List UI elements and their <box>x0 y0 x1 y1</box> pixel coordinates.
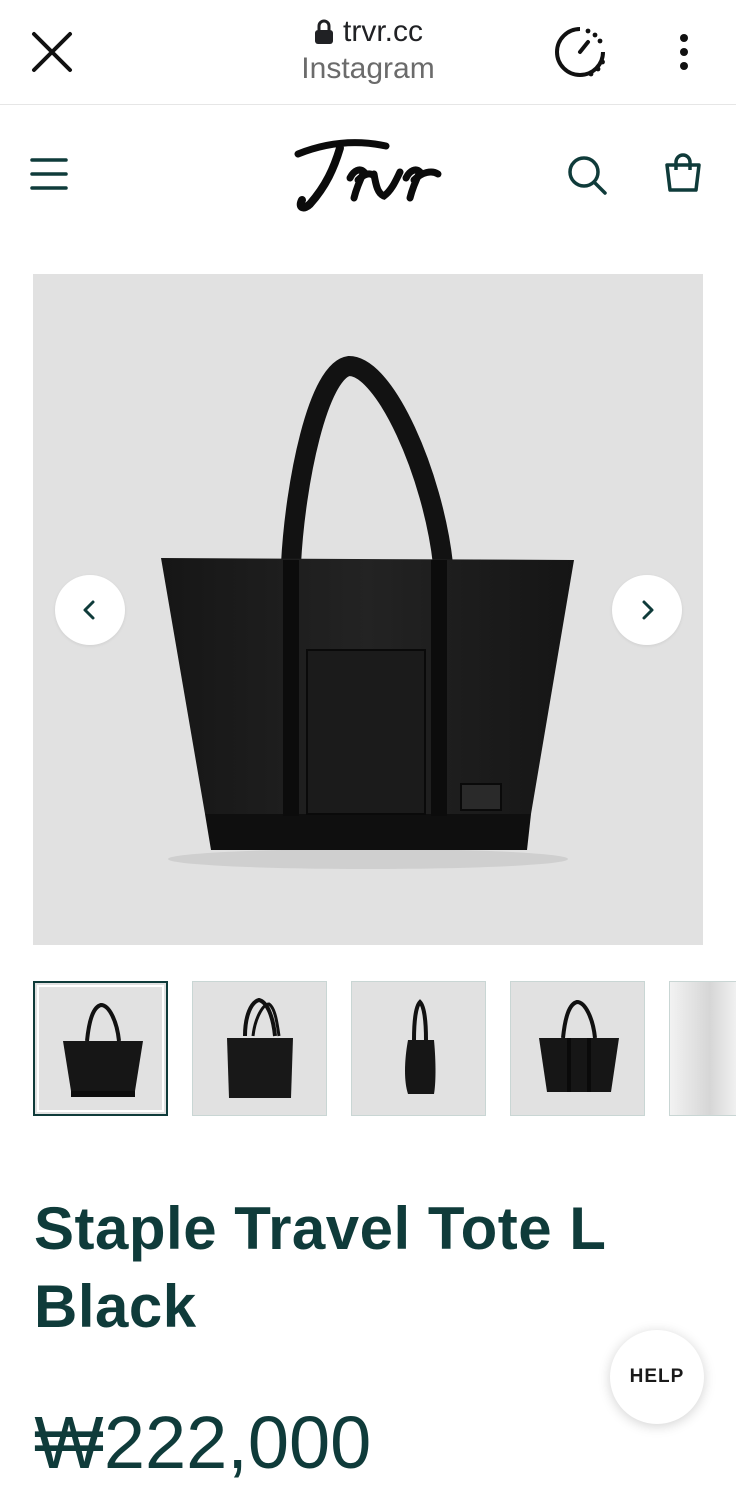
previous-image-button[interactable] <box>55 575 125 645</box>
url-source-label: Instagram <box>301 52 435 85</box>
url-domain: trvr.cc <box>343 15 423 48</box>
timer-button[interactable] <box>552 24 608 80</box>
thumbnail-1[interactable] <box>33 981 168 1116</box>
tote-thumbnail-image <box>63 1002 143 1097</box>
chevron-left-icon <box>83 600 95 620</box>
thumbnail-5[interactable] <box>669 981 736 1116</box>
site-header <box>0 104 736 244</box>
address-area[interactable]: trvr.cc Instagram <box>200 10 536 86</box>
search-icon <box>568 156 607 195</box>
brand-logo[interactable] <box>288 134 458 214</box>
tote-thumbnail-image <box>539 999 619 1092</box>
tote-bag-image <box>161 355 574 869</box>
menu-icon <box>30 158 68 190</box>
browser-toolbar: trvr.cc Instagram <box>0 0 736 105</box>
chevron-right-icon <box>642 600 654 620</box>
product-price: ₩222,000 <box>34 1401 372 1484</box>
product-title: Staple Travel Tote L Black <box>34 1195 606 1341</box>
help-label: HELP <box>629 1366 685 1387</box>
tote-thumbnail-image <box>227 997 293 1098</box>
more-vertical-icon <box>680 34 688 70</box>
search-button[interactable] <box>564 152 610 198</box>
thumbnail-4[interactable] <box>510 981 645 1116</box>
thumbnail-strip[interactable] <box>33 981 736 1118</box>
menu-button[interactable] <box>26 152 72 196</box>
shopping-bag-icon <box>665 153 701 192</box>
product-main-image[interactable] <box>33 274 703 945</box>
tote-thumbnail-image <box>405 999 436 1094</box>
lock-icon <box>315 19 333 44</box>
close-button[interactable] <box>28 28 76 76</box>
more-options-button[interactable] <box>664 28 704 76</box>
help-button[interactable]: HELP <box>610 1330 704 1424</box>
thumbnail-3[interactable] <box>351 981 486 1116</box>
thumbnail-2[interactable] <box>192 981 327 1116</box>
close-icon <box>32 32 72 72</box>
next-image-button[interactable] <box>612 575 682 645</box>
timer-icon <box>555 27 605 77</box>
cart-button[interactable] <box>660 150 706 196</box>
